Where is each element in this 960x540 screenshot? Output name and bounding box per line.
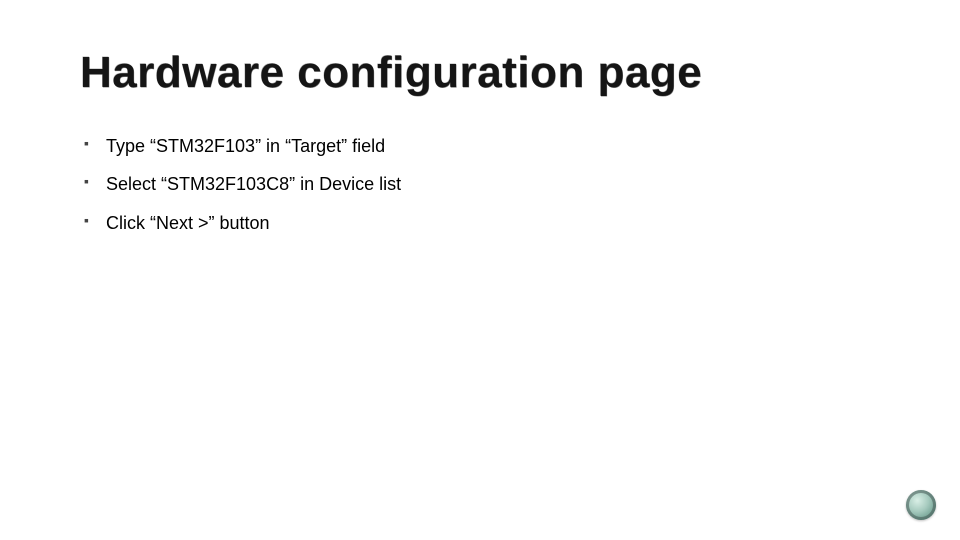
slide: Hardware configuration page Type “STM32F… bbox=[0, 0, 960, 540]
decorative-orb-icon bbox=[906, 490, 936, 520]
list-item: Type “STM32F103” in “Target” field bbox=[84, 134, 880, 158]
bullet-text: Click “Next >” button bbox=[106, 213, 270, 233]
list-item: Select “STM32F103C8” in Device list bbox=[84, 172, 880, 196]
bullet-text: Select “STM32F103C8” in Device list bbox=[106, 174, 401, 194]
page-title: Hardware configuration page bbox=[80, 50, 880, 96]
list-item: Click “Next >” button bbox=[84, 211, 880, 235]
bullet-list: Type “STM32F103” in “Target” field Selec… bbox=[80, 134, 880, 235]
bullet-text: Type “STM32F103” in “Target” field bbox=[106, 136, 385, 156]
